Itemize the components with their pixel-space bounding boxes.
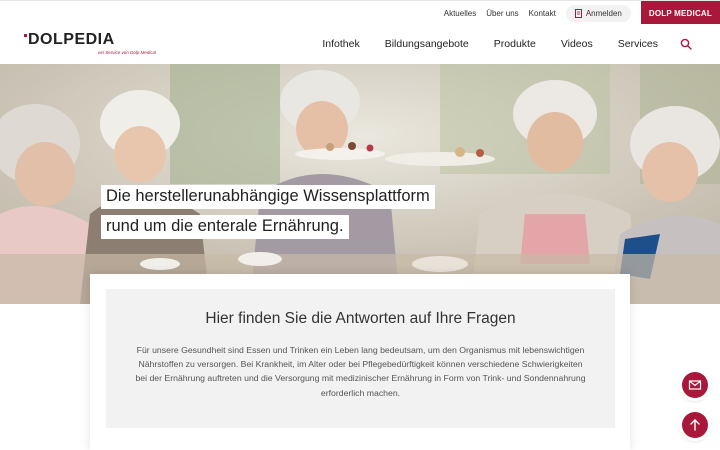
hero-headline-line-1: Die herstellerunabhängige Wissensplattfo… (101, 185, 435, 209)
intro-heading: Hier finden Sie die Antworten auf Ihre F… (205, 310, 516, 327)
logo-dot (24, 34, 27, 37)
contact-button[interactable] (682, 372, 708, 398)
utility-link-aktuelles[interactable]: Aktuelles (444, 9, 476, 18)
mail-icon (688, 380, 702, 390)
hero-banner: Die herstellerunabhängige Wissensplattfo… (0, 64, 720, 304)
logo-tagline: ein Service von Dolp Medical (98, 50, 157, 55)
nav-menu: Infothek Bildungsangebote Produkte Video… (297, 24, 692, 64)
back-to-top-button[interactable] (682, 412, 708, 438)
utility-link-ueber-uns[interactable]: Über uns (486, 9, 518, 18)
main-navigation: DOLPEDIA ein Service von Dolp Medical In… (0, 24, 720, 64)
nav-item-bildungsangebote[interactable]: Bildungsangebote (385, 38, 469, 50)
site-logo[interactable]: DOLPEDIA ein Service von Dolp Medical (24, 29, 164, 59)
utility-bar: Aktuelles Über uns Kontakt Anmelden DOLP… (0, 0, 720, 25)
utility-link-kontakt[interactable]: Kontakt (529, 9, 556, 18)
document-icon (574, 8, 582, 18)
arrow-up-icon (690, 419, 700, 431)
hero-headline-line-2: rund um die enterale Ernährung. (101, 215, 349, 239)
intro-card: Hier finden Sie die Antworten auf Ihre F… (106, 289, 615, 428)
dolp-medical-button[interactable]: DOLP MEDICAL (640, 1, 720, 25)
nav-item-services[interactable]: Services (618, 38, 658, 50)
utility-links: Aktuelles Über uns Kontakt Anmelden DOLP… (444, 1, 720, 25)
intro-text: Für unsere Gesundheit sind Essen und Tri… (135, 345, 586, 398)
login-button[interactable]: Anmelden (565, 4, 631, 22)
login-label: Anmelden (585, 8, 622, 18)
search-icon[interactable] (680, 38, 692, 50)
nav-item-videos[interactable]: Videos (561, 38, 593, 50)
nav-item-produkte[interactable]: Produkte (494, 38, 536, 50)
hero-photo (0, 64, 720, 304)
nav-item-infothek[interactable]: Infothek (322, 38, 359, 50)
logo-text: DOLPEDIA (28, 31, 115, 48)
